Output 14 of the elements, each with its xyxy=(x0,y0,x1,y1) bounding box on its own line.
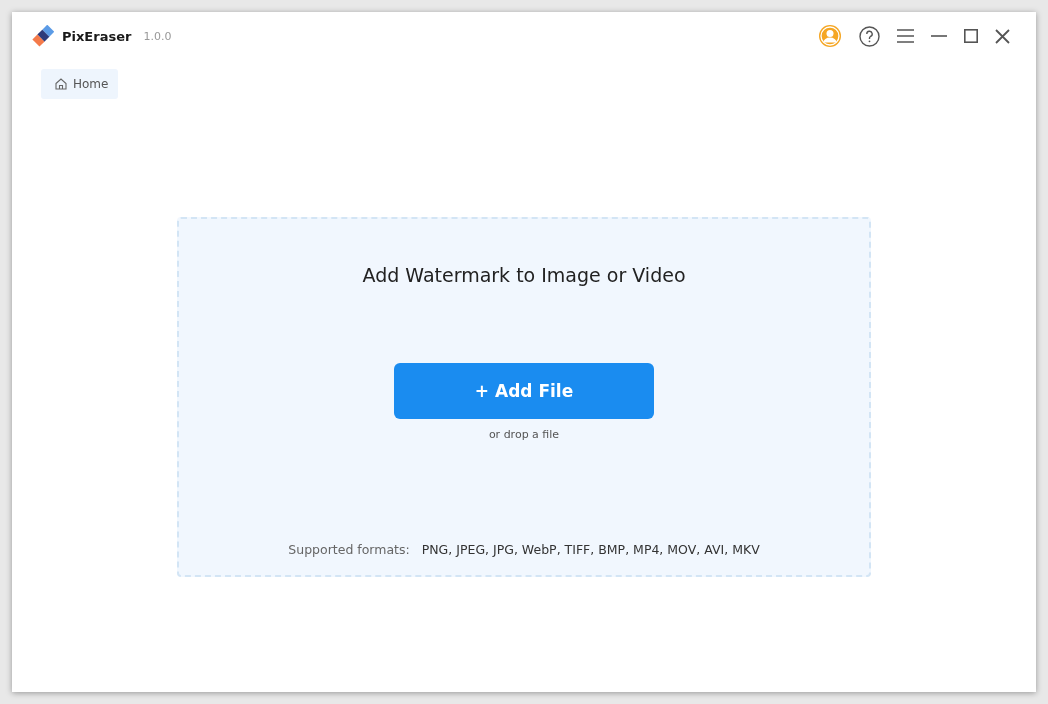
maximize-icon[interactable] xyxy=(964,29,978,43)
home-tab[interactable]: Home xyxy=(41,69,119,99)
home-icon xyxy=(55,78,67,90)
close-icon[interactable] xyxy=(995,28,1010,44)
formats-list: PNG, JPEG, JPG, WebP, TIFF, BMP, MP4, MOV, AVI, MKV xyxy=(421,542,760,557)
menu-icon[interactable] xyxy=(897,29,914,43)
drop-zone[interactable]: Add Watermark to Image or Video + Add File or drop a file Supported formats: PNG, JPEG, JPG, WebP, TIFF, BMP, MP4, MOV, AVI, MKV xyxy=(177,217,871,577)
app-title: PixEraser xyxy=(62,28,132,44)
drop-zone-heading: Add Watermark to Image or Video xyxy=(362,264,686,286)
formats-label: Supported formats: xyxy=(288,542,410,557)
version-label: 1.0.0 xyxy=(143,29,172,43)
logo-icon xyxy=(32,25,54,47)
drop-hint: or drop a file xyxy=(488,428,560,441)
help-icon[interactable] xyxy=(859,25,880,47)
